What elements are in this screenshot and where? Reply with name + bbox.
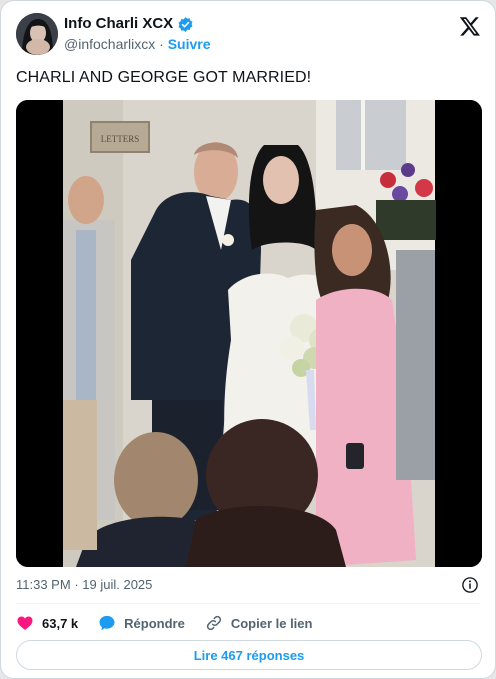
copy-link-button[interactable]: Copier le lien xyxy=(205,614,313,632)
verified-badge-icon xyxy=(177,16,194,33)
tweet-header: Info Charli XCX @infocharlixcx · Suivre xyxy=(16,13,483,59)
reply-label: Répondre xyxy=(124,615,185,631)
tweet-video[interactable]: LETTERS xyxy=(16,100,482,567)
tweet-timestamp[interactable]: 11:33 PM · 19 juil. 2025 xyxy=(16,577,152,592)
author-display-name-row[interactable]: Info Charli XCX xyxy=(64,15,211,33)
heart-icon xyxy=(16,614,34,632)
copy-link-label: Copier le lien xyxy=(230,615,313,631)
building-sign-text: LETTERS xyxy=(101,134,140,144)
author-display-name[interactable]: Info Charli XCX xyxy=(64,15,173,33)
x-logo-icon[interactable] xyxy=(459,15,481,37)
tweet-date: 19 juil. 2025 xyxy=(82,577,153,592)
action-bar: 63,7 k Répondre Copier le lien xyxy=(16,613,332,633)
info-icon[interactable] xyxy=(461,576,479,594)
like-button[interactable]: 63,7 k xyxy=(16,614,78,632)
like-count: 63,7 k xyxy=(42,615,79,631)
tweet-time: 11:33 PM xyxy=(16,577,71,592)
reply-button[interactable]: Répondre xyxy=(98,614,185,632)
link-icon xyxy=(205,614,223,632)
separator-dot: · xyxy=(159,36,164,52)
author-handle-row: @infocharlixcx · Suivre xyxy=(64,35,211,54)
avatar[interactable] xyxy=(16,13,58,55)
follow-button[interactable]: Suivre xyxy=(168,36,211,52)
tweet-card: Info Charli XCX @infocharlixcx · Suivre … xyxy=(0,0,496,679)
divider xyxy=(16,603,480,604)
speech-bubble-icon xyxy=(98,614,116,632)
tweet-text: CHARLI AND GEORGE GOT MARRIED! xyxy=(16,69,312,86)
video-frame: LETTERS xyxy=(16,100,482,567)
author-names: Info Charli XCX @infocharlixcx · Suivre xyxy=(64,15,211,54)
read-replies-button[interactable]: Lire 467 réponses xyxy=(16,640,482,670)
timestamp-separator: · xyxy=(74,577,79,592)
author-handle[interactable]: @infocharlixcx xyxy=(64,36,155,52)
